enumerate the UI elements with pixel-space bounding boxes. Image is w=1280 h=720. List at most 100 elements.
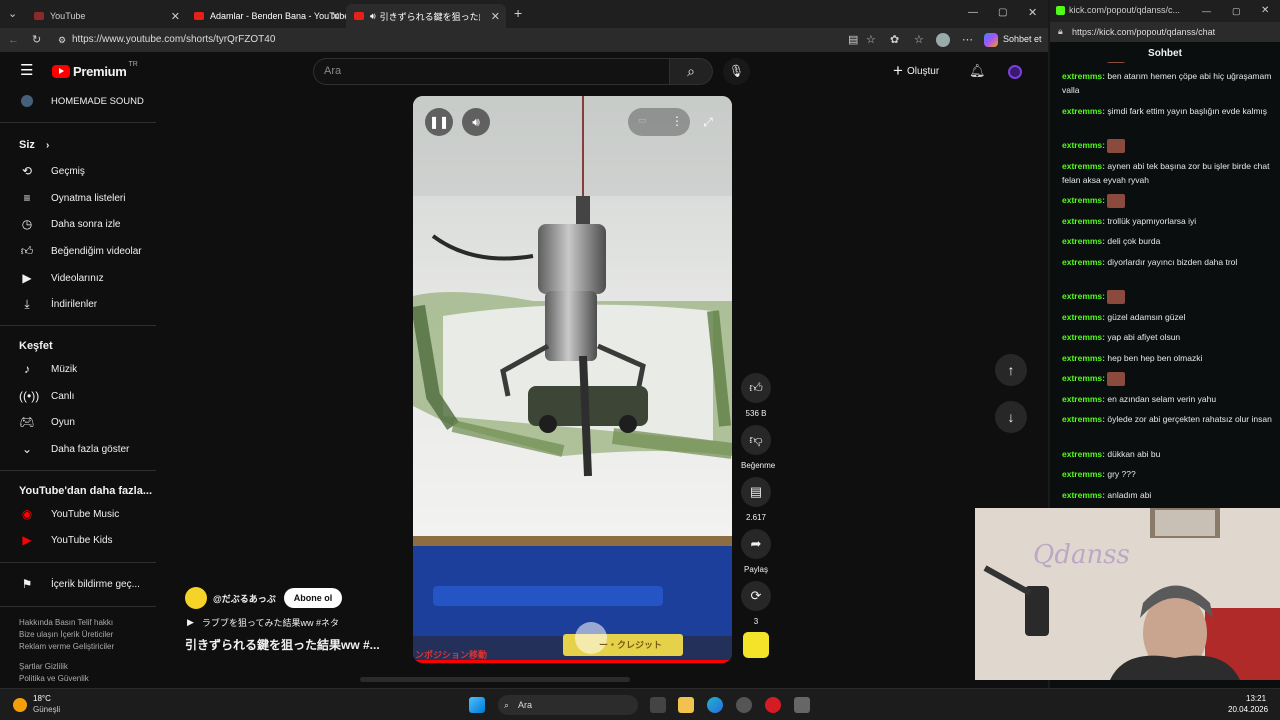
chat-username[interactable]: extremms: [1062,195,1105,205]
you-section-header[interactable]: Siz › [19,139,49,151]
captions-icon[interactable]: ▭ [638,115,647,126]
sidebar-item-live[interactable]: ((•)) Canlı [0,383,156,409]
hashtag-line[interactable]: ▶ ラブブを狙ってみた結果ww #ネタ [187,616,339,629]
favorites-icon[interactable]: ☆ [914,33,924,47]
sound-thumbnail[interactable] [743,632,769,658]
next-short-button[interactable]: ↓ [995,401,1027,433]
app-icon[interactable] [736,697,752,713]
chat-username[interactable]: extremms: [1062,373,1105,383]
sidebar-item-your-videos[interactable]: ▶ Videolarınız [0,265,156,291]
sidebar-item-liked-videos[interactable]: 👍︎ Beğendiğim videolar [0,238,156,264]
opera-icon[interactable] [765,697,781,713]
chat-username[interactable]: extremms: [1062,106,1105,116]
chat-username[interactable]: extremms: [1062,394,1105,404]
sidebar-item-history[interactable]: ⟲ Geçmiş [0,158,156,184]
chat-username[interactable]: extremms: [1062,236,1105,246]
copilot-icon[interactable] [984,33,998,47]
new-tab-icon[interactable]: + [514,6,522,20]
chat-username[interactable]: extremms: [1062,257,1105,267]
sidebar-item-watch-later[interactable]: ◷ Daha sonra izle [0,211,156,237]
weather-icon[interactable] [13,698,27,712]
chat-username[interactable]: extremms: [1062,71,1105,81]
previous-short-button[interactable]: ↑ [995,354,1027,386]
close-tab-icon[interactable]: ✕ [171,10,180,23]
chat-username[interactable]: extremms: [1062,216,1105,226]
horizontal-scrollbar[interactable] [360,677,630,682]
back-icon[interactable]: ← [8,33,19,47]
sidebar-item-show-more[interactable]: ⌄ Daha fazla göster [0,436,156,462]
profile-avatar[interactable] [936,33,950,47]
sidebar-item-gaming[interactable]: 🎮︎ Oyun [0,409,156,435]
sidebar-item-youtube-kids[interactable]: ▶ YouTube Kids [0,527,156,553]
close-window-icon[interactable]: ✕ [1261,4,1269,18]
chat-username[interactable]: extremms: [1062,469,1105,479]
sidebar-item-homemade-sound[interactable]: HOMEMADE SOUND [0,88,156,114]
voice-search-button[interactable]: 🎙︎ [723,58,750,85]
chat-button[interactable]: Sohbet et [1003,34,1042,44]
chat-username[interactable]: extremms: [1062,332,1105,342]
url-field[interactable]: ⚙︎ https://www.youtube.com/shorts/tyrQrF… [52,31,832,49]
sidebar-item-playlists[interactable]: ≡ Oynatma listeleri [0,185,156,211]
notifications-bell-icon[interactable]: 🔔︎ [969,64,986,78]
taskbar-search[interactable]: ⌕ Ara [498,695,638,715]
maximize-icon[interactable]: ▢ [1232,4,1241,18]
sidebar-item-music[interactable]: ♪ Müzik [0,356,156,382]
fullscreen-button[interactable]: ⤢ [694,108,722,136]
sidebar-item-youtube-music[interactable]: ◉ YouTube Music [0,501,156,527]
sidebar-item-report-history[interactable]: ⚑ İçerik bildirme geç... [0,571,156,597]
close-window-icon[interactable]: ✕ [1028,6,1037,20]
share-action[interactable]: ➦ Paylaş [741,529,771,574]
clock-date[interactable]: 20.04.2026 [1228,705,1268,714]
reload-icon[interactable]: ↻ [32,33,41,47]
chat-username[interactable]: extremms: [1062,353,1105,363]
task-view-icon[interactable] [650,697,666,713]
tab-menu-icon[interactable]: ⌄ [8,7,17,21]
site-info-icon[interactable]: ⚙︎ [58,31,66,49]
chat-url-bar[interactable]: 🔒︎ https://kick.com/popout/qdanss/chat [1050,22,1280,42]
close-tab-icon[interactable]: ✕ [491,10,500,23]
dislike-action[interactable]: 👎︎ Beğenme [741,425,775,470]
channel-name[interactable]: @だぶるあっぷ [213,592,276,605]
chat-username[interactable]: extremms: [1062,312,1105,322]
chat-username[interactable]: extremms: [1062,291,1105,301]
more-options-icon[interactable]: ⋮ [671,114,683,128]
remix-action[interactable]: ⟳ 3 [741,581,771,626]
tab-youtube[interactable]: YouTube ✕ [26,4,186,28]
pause-button[interactable]: ❚❚ [425,108,453,136]
search-button[interactable]: ⌕ [670,58,713,85]
search-input[interactable]: Ara [313,58,670,85]
volume-button[interactable]: 🔊︎ [462,108,490,136]
maximize-icon[interactable]: ▢ [998,6,1007,20]
bookmark-star-icon[interactable]: ☆ [866,33,876,47]
progress-bar[interactable] [413,660,732,663]
minimize-icon[interactable]: — [1202,4,1211,18]
comments-action[interactable]: ▤ 2.617 [741,477,771,522]
account-avatar[interactable] [1008,65,1022,79]
clock-time[interactable]: 13:21 [1246,694,1266,703]
short-video-player[interactable]: ンポジション移動 ー・クレジット ❚❚ 🔊︎ ▭ ⋮ ⤢ [413,96,732,663]
extensions-icon[interactable]: ✿ [890,33,899,47]
channel-avatar[interactable] [185,587,207,609]
app-2-icon[interactable] [794,697,810,713]
chat-username[interactable]: extremms: [1062,490,1105,500]
edge-browser-icon[interactable] [707,697,723,713]
reader-icon[interactable]: ▤ [848,33,858,47]
file-explorer-icon[interactable] [678,697,694,713]
chat-username[interactable]: extremms: [1062,449,1105,459]
more-menu-icon[interactable]: ⋯ [962,33,973,47]
tab-adamlar[interactable]: Adamlar - Benden Bana - YouTube ✕ [186,4,346,28]
create-button[interactable]: + Oluştur [893,60,939,82]
sidebar-item-downloads[interactable]: ⤓ İndirilenler [0,291,156,317]
chat-username[interactable]: extremms: [1062,161,1105,171]
close-tab-icon[interactable]: ✕ [331,10,340,23]
chat-username[interactable]: extremms: [1062,414,1105,424]
minimize-icon[interactable]: — [968,6,978,20]
windows-start-icon[interactable] [469,697,485,713]
short-title[interactable]: 引きずられる鍵を狙った結果ww #... [185,636,380,653]
divider [0,470,156,471]
footer-links[interactable]: Hakkında Basın Telif hakkı Bize ulaşın İ… [19,617,114,685]
like-action[interactable]: 👍︎ 536 B [741,373,771,418]
subscribe-button[interactable]: Abone ol [283,588,343,608]
chat-username[interactable]: extremms: [1062,140,1105,150]
tab-active-short[interactable]: 🔊︎ 引きずられる鍵を狙った結果ww #... ✕ [346,4,506,28]
